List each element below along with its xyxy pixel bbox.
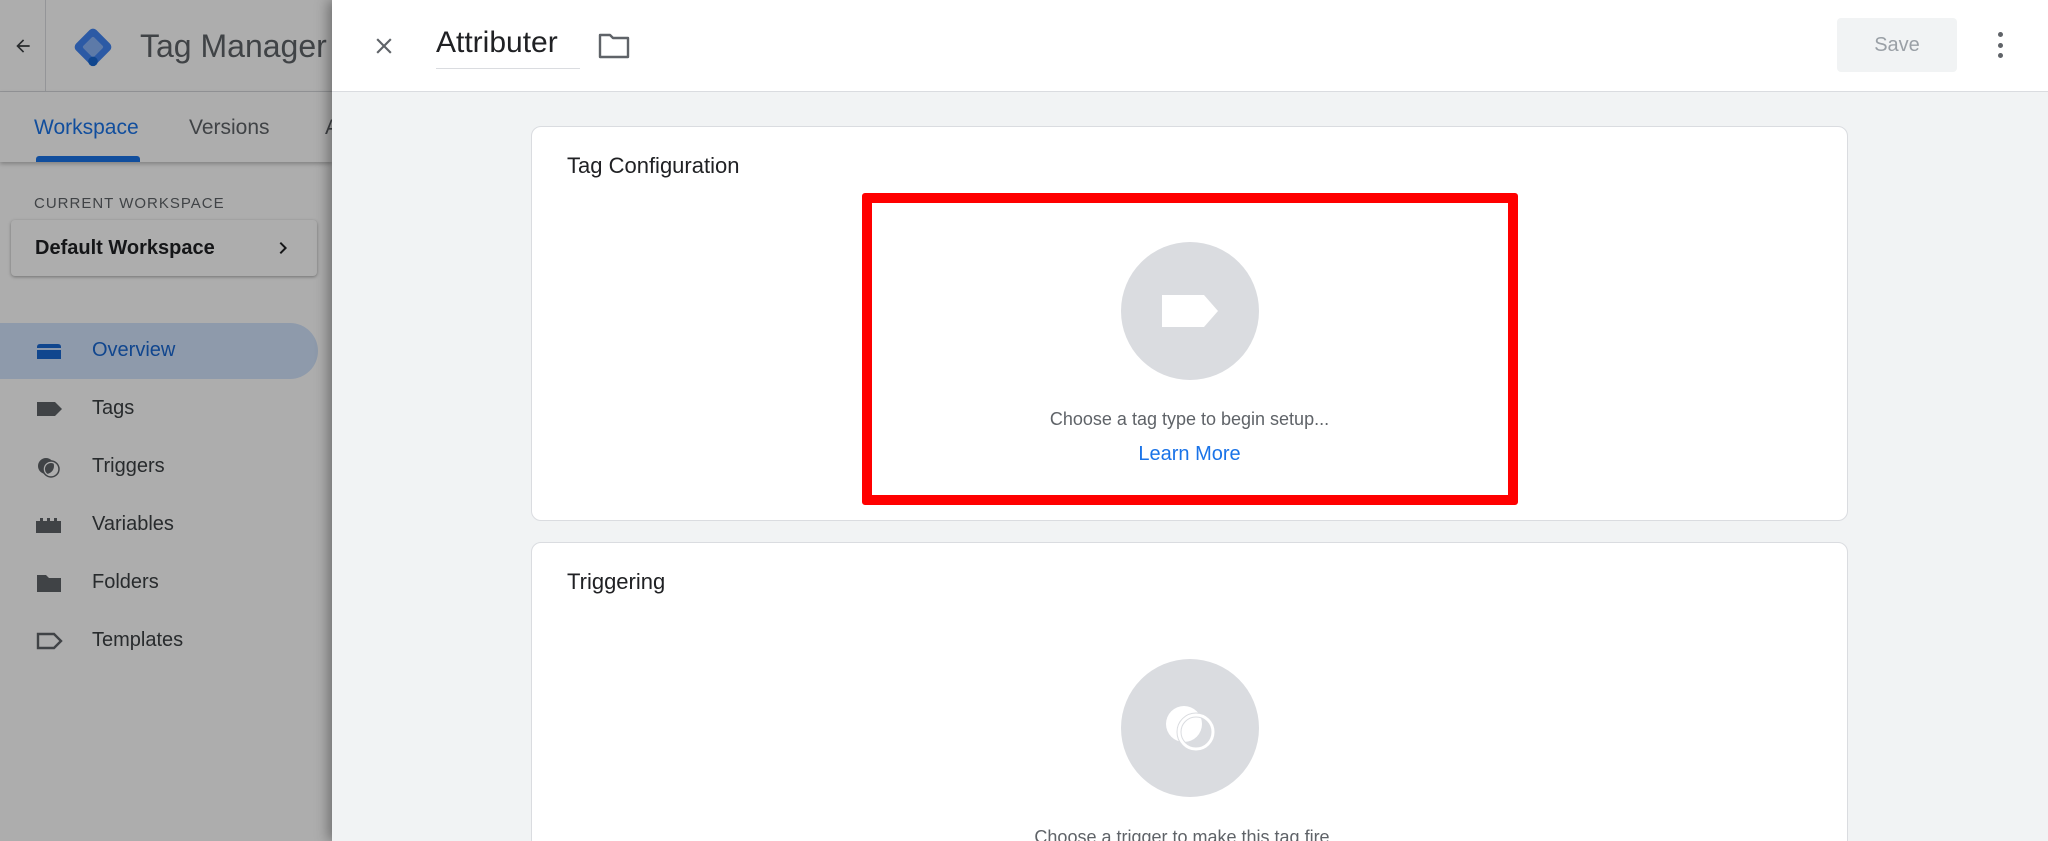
choose-trigger-button[interactable] — [1121, 659, 1259, 797]
triggering-title: Triggering — [567, 569, 666, 594]
tag-configuration-title: Tag Configuration — [567, 153, 740, 178]
save-button[interactable]: Save — [1837, 18, 1957, 72]
modal-scrim[interactable] — [0, 0, 332, 841]
trigger-icon — [1166, 706, 1216, 752]
close-icon — [376, 38, 392, 54]
tag-editor-panel: Attributer Save Tag Configuration Choose… — [332, 0, 2048, 841]
more-options-button[interactable] — [1992, 28, 2008, 62]
more-vert-icon — [1997, 32, 2003, 37]
close-button[interactable] — [368, 30, 400, 62]
tag-name-field[interactable]: Attributer — [436, 26, 580, 69]
tag-editor-header: Attributer Save — [332, 0, 2048, 92]
folder-button[interactable] — [598, 32, 630, 65]
triggering-card[interactable]: Triggering Choose a trigger to make this… — [531, 542, 1848, 841]
trigger-hint: Choose a trigger to make this tag fire..… — [1034, 827, 1345, 841]
highlight-box — [862, 193, 1518, 505]
app-sidebar-area: Tag Manager Workspace Versions A CURRENT… — [0, 0, 332, 841]
folder-outline-icon — [598, 33, 630, 59]
